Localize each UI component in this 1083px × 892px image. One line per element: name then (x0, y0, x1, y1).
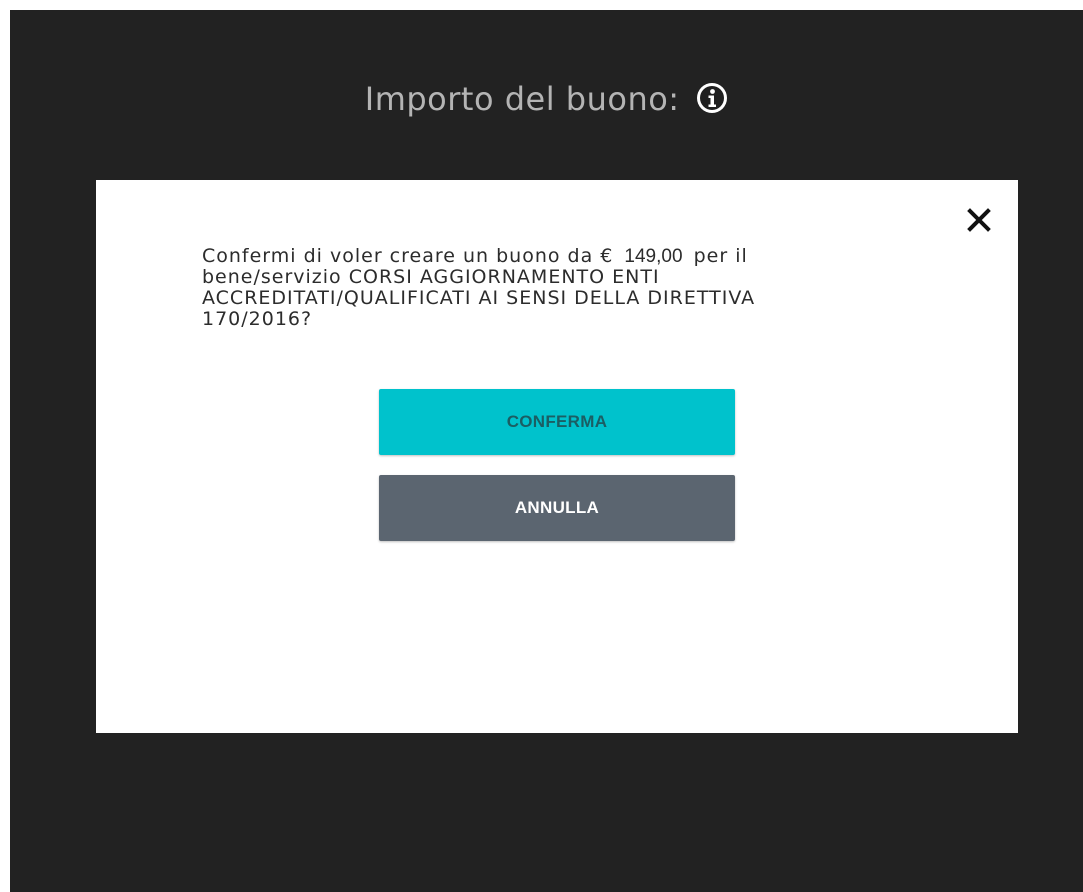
cancel-button[interactable]: ANNULLA (379, 475, 735, 541)
page-title-text: Importo del buono: (364, 80, 680, 118)
confirm-dialog: Confermi di voler creare un buono da € 1… (96, 180, 1018, 733)
page-title: Importo del buono: (10, 80, 1083, 118)
voucher-amount: 149,00 (624, 246, 683, 267)
confirm-button[interactable]: CONFERMA (379, 389, 735, 455)
confirm-message: Confermi di voler creare un buono da € 1… (202, 246, 862, 330)
message-prefix: Confermi di voler creare un buono da € (202, 245, 614, 267)
page-background: Importo del buono: Confermi di voler cre… (10, 10, 1083, 892)
close-icon[interactable] (965, 206, 993, 234)
info-icon[interactable] (696, 82, 728, 114)
